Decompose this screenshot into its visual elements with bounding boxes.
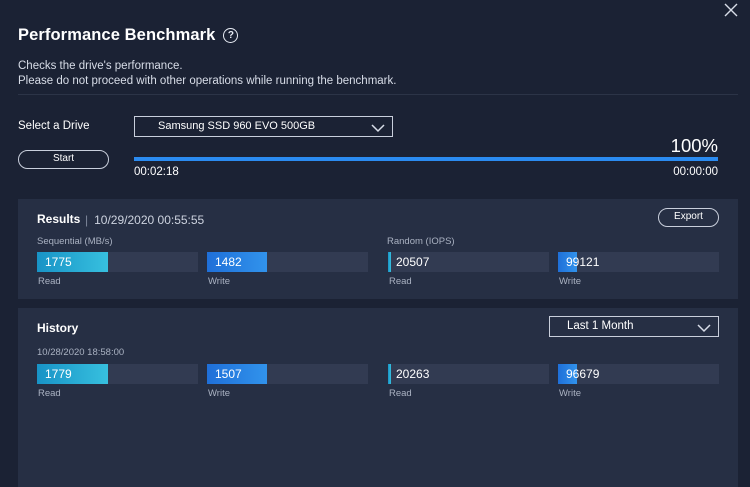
description: Checks the drive's performance. Please d… (18, 59, 396, 89)
results-date: | 10/29/2020 00:55:55 (85, 213, 204, 227)
history-date: 10/28/2020 18:58:00 (37, 347, 125, 358)
hist-rand-read-fill (388, 364, 392, 384)
hist-rand-read-bar: 20263 (388, 364, 549, 384)
rand-write-bar: 99121 (558, 252, 719, 272)
history-panel: History Last 1 Month 10/28/2020 18:58:00… (18, 308, 738, 487)
sequential-label: Sequential (MB/s) (37, 236, 113, 247)
description-line-1: Checks the drive's performance. (18, 60, 183, 72)
hist-seq-write-bar: 1507 (207, 364, 368, 384)
export-button[interactable]: Export (658, 208, 719, 227)
drive-select[interactable]: Samsung SSD 960 EVO 500GB (134, 116, 393, 137)
results-title: Results (37, 212, 81, 226)
history-title: History (37, 321, 79, 335)
elapsed-time: 00:02:18 (134, 166, 179, 178)
hist-seq-write-value: 1507 (215, 367, 242, 381)
rand-read-fill (388, 252, 392, 272)
hist-rand-write-label: Write (559, 388, 581, 399)
seq-write-value: 1482 (215, 255, 242, 269)
drive-select-value: Samsung SSD 960 EVO 500GB (158, 120, 316, 132)
close-icon[interactable] (724, 3, 738, 17)
seq-read-label: Read (38, 276, 61, 287)
results-date-text: 10/29/2020 00:55:55 (94, 213, 205, 227)
seq-write-label: Write (208, 276, 230, 287)
hist-rand-read-label: Read (389, 388, 412, 399)
random-label: Random (IOPS) (387, 236, 455, 247)
page-title: Performance Benchmark ? (18, 26, 239, 45)
seq-write-bar: 1482 (207, 252, 368, 272)
hist-seq-read-label: Read (38, 388, 61, 399)
hist-rand-read-value: 20263 (396, 367, 430, 381)
rand-write-label: Write (559, 276, 581, 287)
hist-seq-read-value: 1779 (45, 367, 72, 381)
hist-seq-read-bar: 1779 (37, 364, 198, 384)
divider (18, 94, 738, 95)
results-separator: | (85, 213, 89, 227)
rand-write-value: 99121 (566, 255, 600, 269)
start-button[interactable]: Start (18, 150, 109, 169)
results-panel: Results | 10/29/2020 00:55:55 Export Sequ… (18, 199, 738, 299)
seq-read-bar: 1775 (37, 252, 198, 272)
chevron-down-icon (697, 321, 711, 340)
hist-rand-write-value: 96679 (566, 367, 600, 381)
period-select[interactable]: Last 1 Month (549, 316, 719, 337)
progress-percent: 100% (670, 135, 718, 156)
description-line-2: Please do not proceed with other operati… (18, 75, 397, 87)
help-icon[interactable]: ? (223, 28, 239, 43)
seq-read-value: 1775 (45, 255, 72, 269)
rand-read-value: 20507 (396, 255, 430, 269)
progress-bar (134, 157, 718, 161)
period-select-value: Last 1 Month (567, 320, 634, 332)
hist-rand-write-bar: 96679 (558, 364, 719, 384)
chevron-down-icon (371, 121, 385, 140)
page-title-text: Performance Benchmark (18, 26, 216, 44)
rand-read-label: Read (389, 276, 412, 287)
progress-fill (134, 157, 718, 161)
hist-seq-write-label: Write (208, 388, 230, 399)
rand-read-bar: 20507 (388, 252, 549, 272)
remaining-time: 00:00:00 (673, 166, 718, 178)
select-drive-label: Select a Drive (18, 120, 90, 132)
